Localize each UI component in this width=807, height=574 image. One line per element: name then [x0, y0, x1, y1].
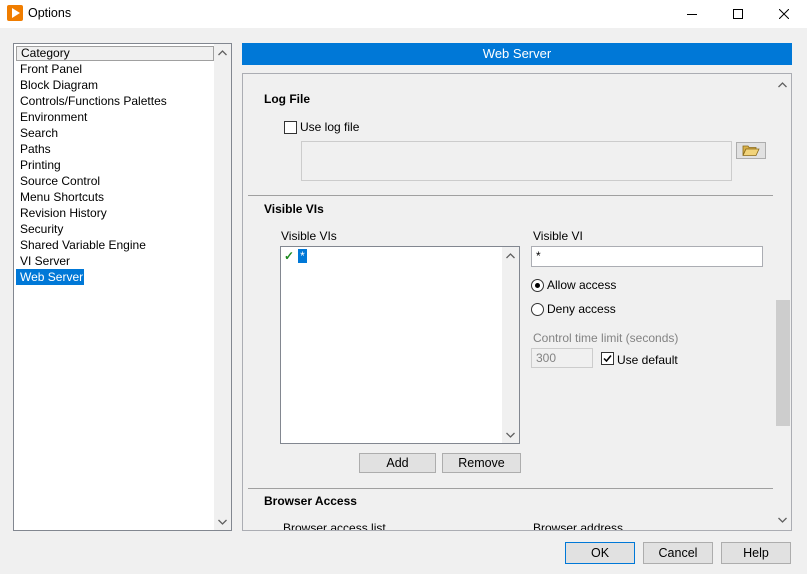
list-scroll-up-button[interactable]: [502, 247, 519, 264]
browser-address-label: Browser address: [533, 521, 624, 530]
browser-access-section-title: Browser Access: [264, 494, 357, 508]
settings-scroll-down-button[interactable]: [774, 511, 791, 528]
visible-vi-label: Visible VI: [533, 229, 583, 243]
category-item-menu-shortcuts[interactable]: Menu Shortcuts: [16, 189, 104, 205]
category-items: Front Panel Block Diagram Controls/Funct…: [16, 61, 214, 285]
category-item-printing[interactable]: Printing: [16, 157, 61, 173]
category-item-front-panel[interactable]: Front Panel: [16, 61, 82, 77]
title-bar: Options: [0, 0, 807, 28]
category-header[interactable]: Category: [16, 46, 214, 61]
labview-icon: [7, 5, 23, 21]
web-server-settings-panel: Log File Use log file Visible VIs Visibl…: [242, 73, 792, 531]
add-button[interactable]: Add: [359, 453, 436, 473]
chevron-up-icon: [506, 252, 515, 258]
maximize-button[interactable]: [715, 0, 761, 28]
visible-vis-list[interactable]: ✓ *: [280, 246, 520, 444]
list-scroll-down-button[interactable]: [502, 426, 519, 443]
chevron-down-icon: [218, 519, 227, 525]
chevron-down-icon: [778, 517, 787, 523]
chevron-up-icon: [218, 49, 227, 55]
section-divider: [248, 488, 773, 489]
category-item-search[interactable]: Search: [16, 125, 58, 141]
category-item-shared-variable-engine[interactable]: Shared Variable Engine: [16, 237, 146, 253]
minimize-button[interactable]: [669, 0, 715, 28]
visible-vis-section-title: Visible VIs: [264, 202, 324, 216]
use-default-checkbox[interactable]: [601, 352, 614, 365]
checkmark-icon: ✓: [284, 249, 295, 263]
browse-log-file-button[interactable]: [736, 142, 766, 159]
control-time-limit-label: Control time limit (seconds): [533, 331, 679, 345]
chevron-down-icon: [506, 432, 515, 438]
category-item-vi-server[interactable]: VI Server: [16, 253, 70, 269]
visible-vi-field[interactable]: *: [531, 246, 763, 267]
use-log-file-checkbox[interactable]: [284, 121, 297, 134]
category-item-security[interactable]: Security: [16, 221, 63, 237]
category-item-source-control[interactable]: Source Control: [16, 173, 100, 189]
category-item-palettes[interactable]: Controls/Functions Palettes: [16, 93, 167, 109]
window-title: Options: [28, 6, 72, 20]
allow-access-radio[interactable]: [531, 279, 544, 292]
checkmark-icon: [603, 355, 612, 363]
settings-scrollbar[interactable]: [774, 74, 791, 530]
control-time-limit-field[interactable]: 300: [531, 348, 593, 368]
list-item[interactable]: ✓ *: [284, 249, 307, 263]
category-item-paths[interactable]: Paths: [16, 141, 51, 157]
category-item-block-diagram[interactable]: Block Diagram: [16, 77, 98, 93]
use-default-label: Use default: [617, 353, 678, 367]
category-list: Category Front Panel Block Diagram Contr…: [13, 43, 232, 531]
minimize-icon: [687, 14, 697, 15]
close-icon: [779, 9, 789, 19]
category-item-web-server[interactable]: Web Server: [16, 269, 85, 285]
use-log-file-label: Use log file: [300, 120, 360, 134]
deny-access-label: Deny access: [547, 302, 616, 316]
cancel-button[interactable]: Cancel: [643, 542, 713, 564]
ok-button[interactable]: OK: [565, 542, 635, 564]
visible-vis-list-label: Visible VIs: [281, 229, 337, 243]
category-item-revision-history[interactable]: Revision History: [16, 205, 107, 221]
settings-content: Log File Use log file Visible VIs Visibl…: [243, 74, 774, 530]
folder-open-icon: [742, 145, 760, 156]
remove-button[interactable]: Remove: [442, 453, 521, 473]
settings-scroll-up-button[interactable]: [774, 76, 791, 93]
category-item-environment[interactable]: Environment: [16, 109, 87, 125]
deny-access-radio[interactable]: [531, 303, 544, 316]
page-title: Web Server: [242, 43, 792, 65]
section-divider: [248, 195, 773, 196]
close-button[interactable]: [761, 0, 807, 28]
maximize-icon: [733, 9, 743, 19]
scroll-up-button[interactable]: [214, 44, 231, 61]
allow-access-label: Allow access: [547, 278, 617, 292]
scroll-down-button[interactable]: [214, 513, 231, 530]
browser-access-list-label: Browser access list: [283, 521, 386, 530]
settings-scroll-thumb[interactable]: [776, 300, 790, 426]
category-scrollbar[interactable]: [214, 44, 231, 530]
chevron-up-icon: [778, 81, 787, 87]
log-file-section-title: Log File: [264, 92, 310, 106]
log-file-path-field[interactable]: [301, 141, 732, 181]
list-item-text: *: [298, 249, 307, 263]
visible-vis-scrollbar[interactable]: [502, 247, 519, 443]
help-button[interactable]: Help: [721, 542, 791, 564]
